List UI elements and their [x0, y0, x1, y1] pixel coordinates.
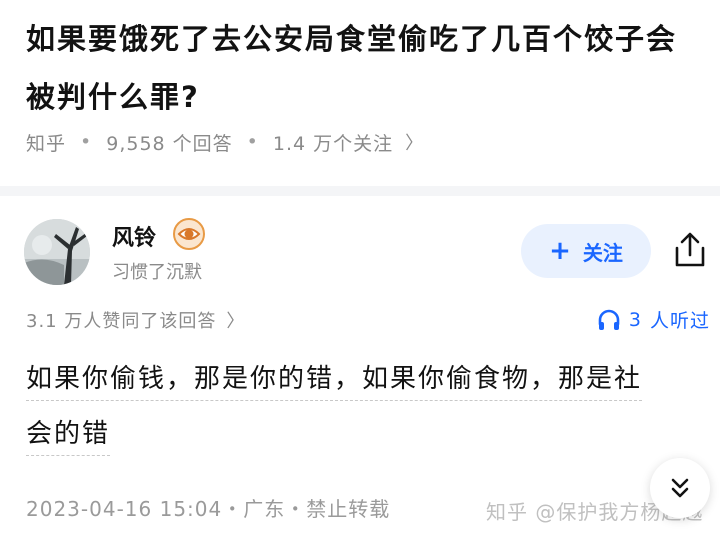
answers-count: 9,558 个回答 — [106, 132, 233, 155]
listen-count: 3 — [628, 308, 642, 331]
author-name[interactable]: 风铃 — [112, 220, 156, 252]
eye-badge-icon — [172, 217, 206, 251]
source-label: 知乎 — [26, 132, 67, 155]
chevron-right-icon: 〉 — [226, 311, 246, 332]
answer-footer: 2023-04-16 15:04・广东・禁止转载 — [26, 497, 391, 521]
follow-button[interactable]: + 关注 — [521, 224, 651, 278]
share-icon[interactable] — [670, 230, 710, 270]
plus-icon: + — [549, 236, 571, 266]
follow-label: 关注 — [582, 240, 623, 265]
question-meta[interactable]: 知乎 • 9,558 个回答 • 1.4 万个关注 〉 — [26, 126, 424, 158]
listen-label: 人听过 — [649, 310, 710, 332]
chevron-down-double-icon — [671, 478, 689, 498]
answer-content: 如果你偷钱，那是你的错，如果你偷食物，那是社 会的错 — [26, 352, 698, 462]
separator-dot: • — [246, 131, 259, 153]
votes-text: 3.1 万人赞同了该回答 — [26, 311, 217, 332]
headphones-icon — [598, 309, 620, 330]
votes-row[interactable]: 3.1 万人赞同了该回答 〉 — [26, 307, 245, 333]
collapse-button[interactable] — [650, 458, 710, 518]
question-title[interactable]: 如果要饿死了去公安局食堂偷吃了几百个饺子会被判什么罪? — [26, 10, 706, 126]
section-divider — [0, 186, 720, 196]
separator-dot: • — [80, 131, 93, 153]
answer-line: 会的错 — [26, 419, 111, 456]
author-signature: 习惯了沉默 — [112, 262, 202, 283]
listen-button[interactable]: 3 人听过 — [597, 306, 710, 333]
chevron-right-icon: 〉 — [405, 133, 425, 154]
answer-page: 如果要饿死了去公安局食堂偷吃了几百个饺子会被判什么罪? 知乎 • 9,558 个… — [0, 0, 720, 540]
avatar[interactable] — [24, 219, 90, 285]
followers-count: 1.4 万个关注 — [272, 132, 394, 155]
answer-line: 如果你偷钱，那是你的错，如果你偷食物，那是社 — [26, 364, 643, 401]
